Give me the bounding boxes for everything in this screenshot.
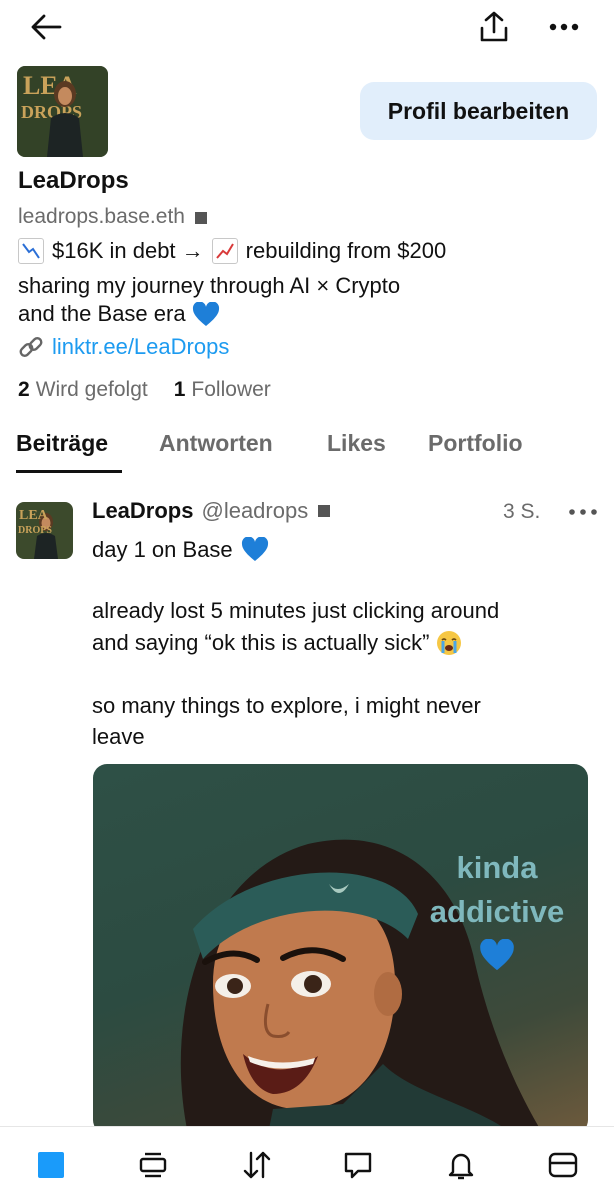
nav-feed-icon[interactable] — [133, 1145, 173, 1185]
more-options-icon[interactable] — [544, 14, 584, 40]
post-avatar-logo-bottom: DROPS — [18, 525, 52, 536]
back-arrow-icon[interactable] — [28, 12, 64, 42]
bio-link-row: linktr.ee/LeaDrops — [18, 333, 598, 361]
tab-portfolio[interactable]: Portfolio — [428, 430, 523, 457]
post-timestamp: 3 S. — [503, 500, 541, 523]
post-avatar-logo-top: LEA — [19, 508, 49, 523]
edit-profile-button[interactable]: Profil bearbeiten — [360, 82, 597, 140]
post-text-line-5: leave — [92, 724, 145, 749]
chart-down-icon — [18, 238, 44, 264]
nav-wallet-icon[interactable] — [543, 1145, 583, 1185]
followers-label: Follower — [191, 378, 271, 401]
bio-base-era-text: and the Base era — [18, 301, 186, 326]
following-stat[interactable]: 2 Wird gefolgt — [18, 378, 148, 402]
tab-posts[interactable]: Beiträge — [16, 430, 108, 457]
post-text-day1: day 1 on Base — [92, 537, 233, 562]
following-label: Wird gefolgt — [35, 378, 148, 401]
crying-face-icon — [437, 630, 462, 655]
image-text-kinda: kinda — [456, 850, 538, 885]
post-text-line-2: already lost 5 minutes just clicking aro… — [92, 598, 500, 623]
blue-heart-icon — [192, 302, 219, 327]
tab-replies[interactable]: Antworten — [159, 430, 273, 457]
nav-trade-icon[interactable] — [237, 1145, 277, 1185]
bio-line-3: and the Base era — [18, 300, 598, 328]
top-bar — [0, 0, 614, 56]
following-count: 2 — [18, 378, 30, 401]
nav-messages-icon[interactable] — [338, 1145, 378, 1185]
post-text-line-4: so many things to explore, i might never — [92, 693, 481, 718]
chart-up-icon — [211, 238, 238, 264]
post-text-line-3: and saying “ok this is actually sick” — [92, 627, 592, 658]
profile-handle: leadrops.base.eth — [18, 205, 185, 228]
bottom-navigation — [0, 1126, 614, 1200]
bio-line-1: $16K in debt → rebuilding from $200 — [18, 237, 598, 265]
bio-rebuilding-text: rebuilding from $200 — [245, 238, 447, 263]
post-blue-heart-icon — [241, 536, 268, 561]
nav-notifications-icon[interactable] — [441, 1145, 481, 1185]
post-header: LeaDrops @leadrops — [92, 498, 331, 524]
nav-home-icon[interactable] — [31, 1145, 71, 1185]
profile-handle-row: leadrops.base.eth — [18, 205, 207, 229]
post-author-avatar[interactable]: LEA DROPS — [16, 502, 73, 559]
bio-line-2: sharing my journey through AI × Crypto — [18, 273, 401, 298]
image-overlay-text: kinda addictive — [412, 846, 582, 978]
post-author-handle[interactable]: @leadrops — [201, 498, 308, 524]
followers-stat[interactable]: 1 Follower — [174, 378, 271, 402]
post-author-name[interactable]: LeaDrops — [92, 498, 193, 524]
tab-likes[interactable]: Likes — [327, 430, 386, 457]
profile-avatar[interactable]: LEA DROPS — [17, 66, 108, 157]
post-image[interactable]: kinda addictive — [93, 764, 588, 1134]
post-text-line-1: day 1 on Base — [92, 534, 592, 565]
post-verified-square-icon — [318, 505, 331, 517]
post-more-options-icon[interactable] — [566, 504, 600, 520]
bio-link[interactable]: linktr.ee/LeaDrops — [52, 333, 229, 361]
verified-square-icon — [194, 212, 207, 224]
bio-debt-text: $16K in debt → — [52, 238, 204, 263]
image-text-addictive: addictive — [429, 894, 565, 929]
profile-tabs: Beiträge Antworten Likes Portfolio — [0, 428, 614, 476]
follow-stats: 2 Wird gefolgt 1 Follower — [18, 378, 271, 402]
active-tab-indicator — [16, 470, 122, 473]
link-chain-icon — [19, 337, 43, 357]
image-heart-icon — [412, 934, 582, 978]
post-text-sick: and saying “ok this is actually sick” — [92, 630, 430, 655]
followers-count: 1 — [173, 378, 186, 401]
share-icon[interactable] — [476, 10, 512, 44]
profile-display-name: LeaDrops — [18, 167, 129, 194]
